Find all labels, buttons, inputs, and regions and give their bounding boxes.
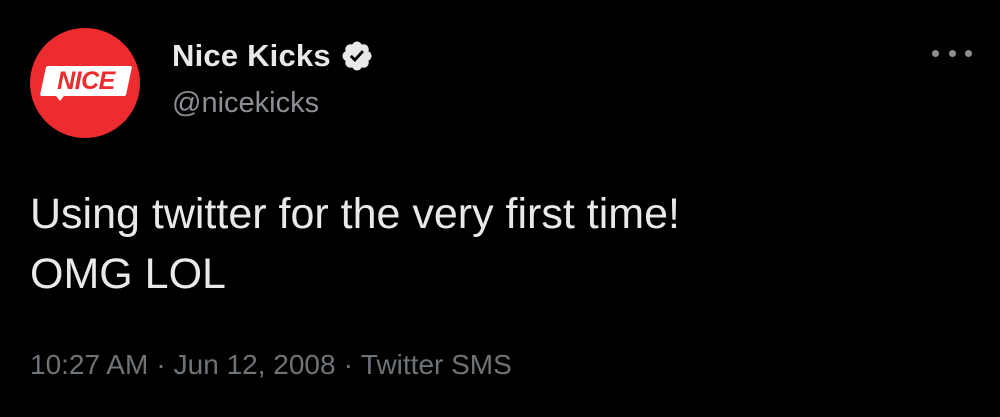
more-dot [965,49,972,57]
verified-badge-icon [340,39,374,73]
avatar[interactable]: NICE [30,28,140,138]
more-dot [948,49,956,57]
tweet-text-line: Using twitter for the very first time! [30,190,680,238]
display-name-row: Nice Kicks [172,36,374,76]
tweet-meta: 10:27 AM · Jun 12, 2008 · Twitter SMS [30,349,512,381]
user-handle[interactable]: @nicekicks [172,87,319,120]
nice-kicks-logo: NICE [39,66,133,101]
tweet-card: NICE Nice Kicks @nicekicks Using twitter… [0,0,1000,417]
tweet-source[interactable]: Twitter SMS [361,349,512,380]
tweet-time[interactable]: 10:27 AM [30,349,148,380]
meta-separator: · [343,349,353,380]
tweet-text-line: OMG LOL [30,250,226,298]
display-name[interactable]: Nice Kicks [172,38,331,74]
more-options-icon[interactable] [932,42,972,64]
tweet-text: Using twitter for the very first time! O… [30,184,970,304]
logo-text: NICE [57,67,115,95]
more-dot [932,49,939,57]
tweet-date[interactable]: Jun 12, 2008 [174,349,336,380]
meta-separator: · [156,349,166,380]
